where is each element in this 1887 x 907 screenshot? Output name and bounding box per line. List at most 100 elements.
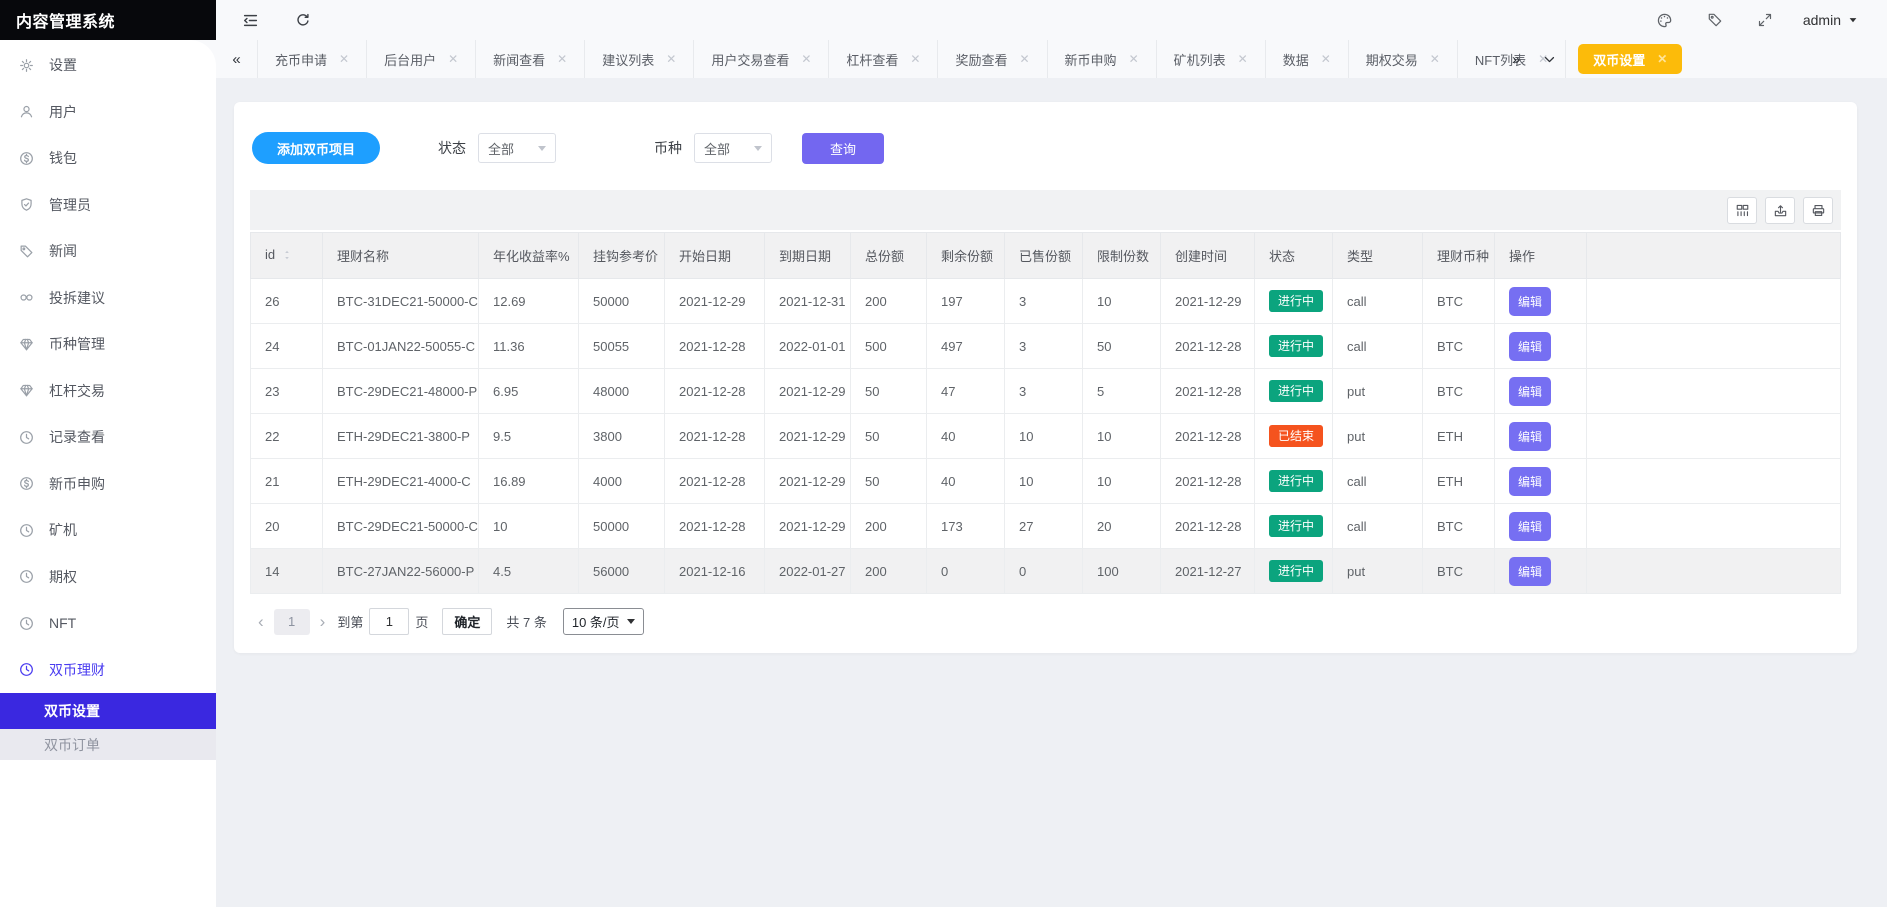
sidebar-item-label: 双币理财 <box>49 661 105 678</box>
chevron-down-icon <box>626 619 635 624</box>
tab-奖励查看[interactable]: 奖励查看 ✕ <box>938 40 1048 78</box>
table-row: 20 BTC-29DEC21-50000-C 10 50000 2021-12-28 20… <box>250 503 1841 549</box>
export-icon[interactable] <box>1765 196 1795 224</box>
tab-数据[interactable]: 数据 ✕ <box>1266 40 1349 78</box>
sidebar-item-admins[interactable]: 管理员 <box>0 182 216 229</box>
sidebar-item-dual-invest[interactable]: 双币理财 <box>0 647 216 694</box>
dollar-icon <box>19 476 34 491</box>
close-tab-icon[interactable]: ✕ <box>666 53 676 65</box>
cell-limit: 20 <box>1082 503 1161 549</box>
table-row: 14 BTC-27JAN22-56000-P 4.5 56000 2021-12-16 2… <box>250 548 1841 594</box>
tab-用户交易查看[interactable]: 用户交易查看 ✕ <box>694 40 830 78</box>
search-button[interactable]: 查询 <box>802 132 885 164</box>
tab-充币申请[interactable]: 充币申请 ✕ <box>258 40 368 78</box>
column-header-状态: 状态 <box>1254 232 1333 279</box>
add-dual-project-button[interactable]: 添加双币项目 <box>252 132 381 164</box>
tab-新币申购[interactable]: 新币申购 ✕ <box>1048 40 1157 78</box>
coin-select[interactable]: 全部 <box>694 133 773 163</box>
page: 添加双币项目 状态 全部 币种 全部 查询 id 理财名称 年化收益率% 挂钩参… <box>216 78 1887 907</box>
close-tab-icon[interactable]: ✕ <box>1430 53 1440 65</box>
sidebar-subitem-dual-settings[interactable]: 双币设置 <box>0 693 216 729</box>
close-tab-icon[interactable]: ✕ <box>339 53 349 65</box>
cell-rate: 12.69 <box>478 278 579 324</box>
goto-page-input[interactable] <box>369 608 410 635</box>
cell-created: 2021-12-27 <box>1160 548 1255 594</box>
cell-coin: BTC <box>1422 278 1495 324</box>
tab-label: 杠杆查看 <box>846 52 899 68</box>
sidebar-item-new-coin[interactable]: 新币申购 <box>0 461 216 508</box>
fullscreen-icon[interactable] <box>1757 12 1773 28</box>
palette-icon[interactable] <box>1656 12 1673 29</box>
main-content: « 充币申请 ✕ 后台用户 ✕ 新闻查看 ✕ 建议列表 ✕ 用户交易查看 ✕ 杠杆查看 ✕ 奖励查看 ✕ 新… <box>216 40 1887 907</box>
page-number-button[interactable]: 1 <box>273 608 310 635</box>
cell-total: 200 <box>850 548 927 594</box>
edit-button[interactable]: 编辑 <box>1509 511 1552 541</box>
sidebar-item-wallet[interactable]: 钱包 <box>0 135 216 182</box>
close-tab-icon[interactable]: ✕ <box>1129 53 1139 65</box>
sort-icon[interactable] <box>281 248 293 265</box>
close-tab-icon[interactable]: ✕ <box>1321 53 1331 65</box>
tab-后台用户[interactable]: 后台用户 ✕ <box>367 40 477 78</box>
cell-sold: 0 <box>1004 548 1083 594</box>
edit-button[interactable]: 编辑 <box>1509 421 1552 451</box>
status-badge: 进行中 <box>1269 334 1324 358</box>
close-tab-icon[interactable]: ✕ <box>1238 53 1248 65</box>
cell-name: BTC-29DEC21-50000-C <box>322 503 479 549</box>
close-tab-icon[interactable]: ✕ <box>448 53 458 65</box>
tab-新闻查看[interactable]: 新闻查看 ✕ <box>476 40 586 78</box>
cell-id: 23 <box>250 368 323 414</box>
edit-button[interactable]: 编辑 <box>1509 331 1552 361</box>
cell-filler <box>1586 548 1841 594</box>
sidebar-subitem-dual-orders[interactable]: 双币订单 <box>0 729 216 760</box>
tabs-more-icon[interactable] <box>1542 52 1557 67</box>
edit-button[interactable]: 编辑 <box>1509 466 1552 496</box>
tab-双币设置[interactable]: 双币设置 ✕ <box>1578 44 1683 74</box>
cell-total: 500 <box>850 323 927 369</box>
close-tab-icon[interactable]: ✕ <box>557 53 567 65</box>
tab-杠杆查看[interactable]: 杠杆查看 ✕ <box>829 40 939 78</box>
sidebar-item-records[interactable]: 记录查看 <box>0 414 216 461</box>
page-size-select[interactable]: 10 条/页 <box>562 608 644 635</box>
tab-建议列表[interactable]: 建议列表 ✕ <box>585 40 695 78</box>
edit-button[interactable]: 编辑 <box>1509 286 1552 316</box>
column-header-id[interactable]: id <box>250 232 323 279</box>
sidebar-item-news[interactable]: 新闻 <box>0 228 216 275</box>
tab-期权交易[interactable]: 期权交易 ✕ <box>1349 40 1458 78</box>
edit-button[interactable]: 编辑 <box>1509 376 1552 406</box>
edit-button[interactable]: 编辑 <box>1509 556 1552 586</box>
sidebar-item-leverage[interactable]: 杠杆交易 <box>0 368 216 415</box>
cell-end: 2021-12-29 <box>764 413 851 459</box>
sidebar-item-nft[interactable]: NFT <box>0 600 216 647</box>
cell-ref_price: 56000 <box>578 548 665 594</box>
sidebar-item-feedback[interactable]: 投拆建议 <box>0 275 216 322</box>
sidebar-item-options[interactable]: 期权 <box>0 554 216 601</box>
tabs-scroll-right-icon[interactable]: » <box>1512 51 1520 68</box>
sidebar-item-users[interactable]: 用户 <box>0 89 216 136</box>
sidebar-item-settings[interactable]: 设置 <box>0 42 216 89</box>
goto-confirm-button[interactable]: 确定 <box>442 608 493 635</box>
sidebar-item-label: 期权 <box>49 568 77 585</box>
close-tab-icon[interactable]: ✕ <box>910 53 920 65</box>
status-select[interactable]: 全部 <box>478 133 557 163</box>
columns-icon[interactable] <box>1727 196 1757 224</box>
collapse-menu-icon[interactable] <box>242 12 259 29</box>
cell-end: 2022-01-01 <box>764 323 851 369</box>
close-tab-icon[interactable]: ✕ <box>801 53 811 65</box>
cell-filler <box>1586 503 1841 549</box>
tab-矿机列表[interactable]: 矿机列表 ✕ <box>1157 40 1266 78</box>
cell-type: call <box>1332 278 1423 324</box>
tag-icon[interactable] <box>1707 12 1723 28</box>
column-header-操作: 操作 <box>1494 232 1587 279</box>
cell-status: 进行中 <box>1254 323 1333 369</box>
close-tab-icon[interactable]: ✕ <box>1019 53 1029 65</box>
prev-page-icon[interactable]: ‹ <box>252 613 270 630</box>
user-menu[interactable]: admin <box>1803 12 1859 28</box>
close-tab-icon[interactable]: ✕ <box>1657 53 1667 65</box>
sidebar-item-coins[interactable]: 币种管理 <box>0 321 216 368</box>
sidebar-item-label: 管理员 <box>49 196 91 213</box>
next-page-icon[interactable]: › <box>314 613 332 630</box>
print-icon[interactable] <box>1803 196 1833 224</box>
refresh-icon[interactable] <box>295 12 311 28</box>
tabs-scroll-left-icon[interactable]: « <box>216 40 258 78</box>
sidebar-item-miner[interactable]: 矿机 <box>0 507 216 554</box>
